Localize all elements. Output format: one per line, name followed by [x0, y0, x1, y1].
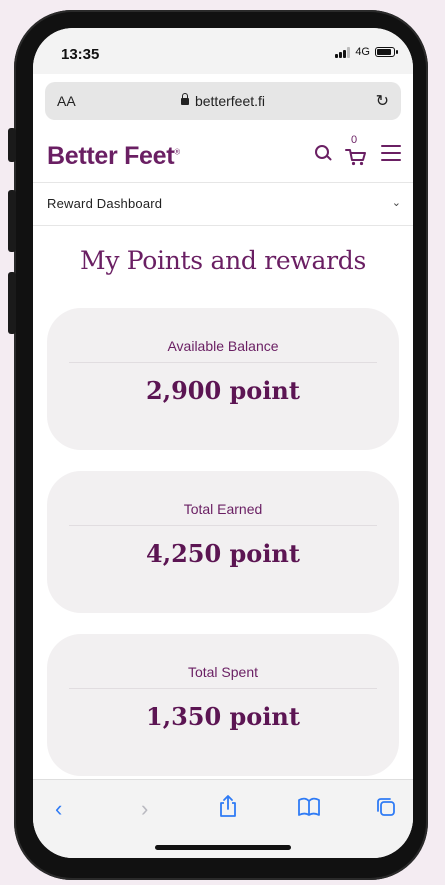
- share-icon[interactable]: [217, 794, 239, 818]
- brand-logo-text: Better Feet: [47, 142, 175, 170]
- registered-mark: ®: [174, 147, 180, 157]
- bookmarks-icon[interactable]: [297, 797, 321, 817]
- status-indicators: 4G: [335, 46, 398, 58]
- page-title: My Points and rewards: [80, 246, 366, 275]
- network-type: 4G: [355, 46, 370, 58]
- forward-icon[interactable]: ›: [141, 796, 148, 822]
- volume-up-button: [8, 190, 16, 252]
- browser-toolbar: ‹ ›: [33, 779, 413, 858]
- card-value: 2,900 point: [146, 376, 300, 405]
- reward-dashboard-dropdown[interactable]: Reward Dashboard ⌄: [33, 183, 413, 226]
- phone-screen: 13:35 4G AA betterfeet.fi ↻ Better Feet®…: [33, 28, 413, 858]
- total-earned-card: Total Earned 4,250 point: [47, 471, 399, 613]
- signal-icon: [335, 46, 351, 58]
- mute-switch: [8, 128, 16, 162]
- card-label: Available Balance: [167, 338, 279, 354]
- home-indicator: [155, 845, 291, 850]
- card-value: 4,250 point: [146, 539, 300, 568]
- reload-icon[interactable]: ↻: [376, 91, 389, 111]
- card-label: Total Spent: [187, 664, 259, 680]
- card-divider: [69, 525, 377, 526]
- volume-down-button: [8, 272, 16, 334]
- status-bar: 13:35 4G: [33, 28, 413, 74]
- lock-icon: [180, 93, 189, 105]
- card-label: Total Earned: [183, 501, 263, 517]
- card-divider: [69, 362, 377, 363]
- search-icon[interactable]: [315, 145, 331, 161]
- card-value: 1,350 point: [146, 702, 300, 731]
- hamburger-menu-icon[interactable]: [381, 145, 401, 161]
- chevron-down-icon: ⌄: [391, 197, 401, 209]
- brand-logo[interactable]: Better Feet®: [47, 142, 180, 171]
- url-text: betterfeet.fi: [194, 93, 266, 109]
- cart-icon: [345, 149, 366, 166]
- card-divider: [69, 688, 377, 689]
- tabs-icon[interactable]: [375, 796, 397, 818]
- total-spent-card: Total Spent 1,350 point: [47, 634, 399, 776]
- cart-count: 0: [351, 134, 358, 146]
- status-time: 13:35: [61, 46, 100, 63]
- header-actions: 0: [315, 134, 401, 166]
- address-bar[interactable]: AA betterfeet.fi ↻: [45, 82, 401, 120]
- dropdown-label: Reward Dashboard: [47, 196, 163, 211]
- back-icon[interactable]: ‹: [55, 796, 62, 822]
- url-display[interactable]: betterfeet.fi: [45, 93, 401, 109]
- battery-icon: [375, 47, 398, 57]
- available-balance-card: Available Balance 2,900 point: [47, 308, 399, 450]
- cart-button[interactable]: 0: [345, 134, 367, 166]
- site-header: Better Feet® 0: [33, 128, 413, 183]
